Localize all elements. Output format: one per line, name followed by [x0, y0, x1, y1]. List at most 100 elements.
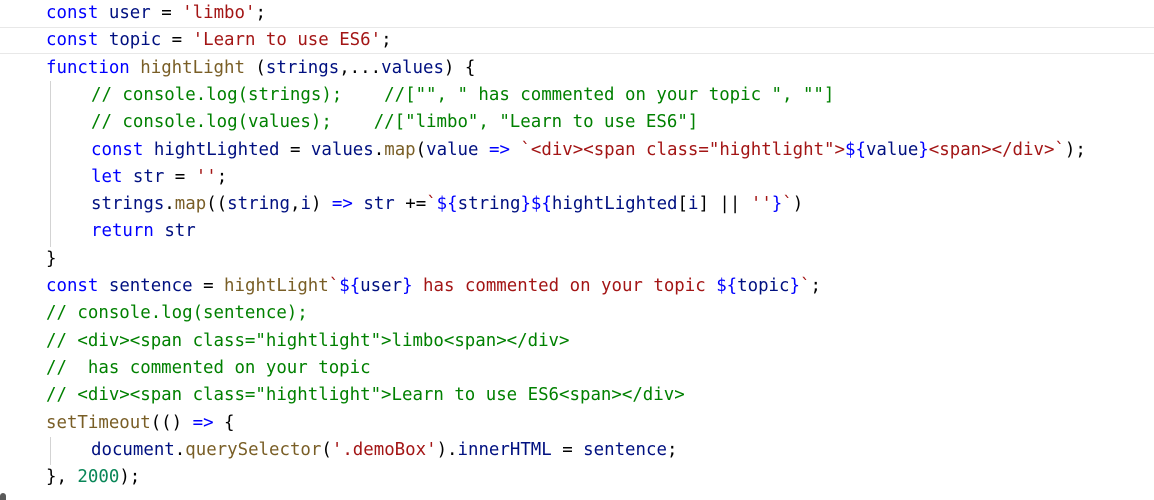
- code-token: }: [771, 194, 783, 215]
- code-text: // <div><span class="hightlight">Learn t…: [46, 382, 685, 409]
- gutter-marker-icon: [0, 493, 6, 500]
- code-token: `: [799, 276, 811, 296]
- code-token: hightLight: [140, 57, 245, 78]
- code-token: ;: [381, 30, 392, 51]
- code-line[interactable]: // console.log(values); //["limbo", "Lea…: [0, 109, 1154, 136]
- code-line[interactable]: const hightLighted = values.map(value =>…: [0, 137, 1154, 164]
- code-token: .: [164, 194, 175, 215]
- code-text: // <div><span class="hightlight">limbo<s…: [46, 328, 570, 355]
- code-line[interactable]: // <div><span class="hightlight">Learn t…: [0, 382, 1154, 409]
- code-text: setTimeout(() => {: [46, 410, 235, 437]
- code-text: const sentence = hightLight`${user} has …: [46, 273, 821, 300]
- code-text: const topic = 'Learn to use ES6';: [46, 28, 392, 53]
- code-line[interactable]: const user = 'limbo';: [0, 0, 1154, 27]
- code-token: <span></div>`: [928, 139, 1065, 160]
- code-line[interactable]: function hightLight (strings,...values) …: [0, 55, 1154, 82]
- code-token: i: [300, 194, 311, 215]
- code-token: ${: [436, 194, 458, 215]
- code-text: // console.log(sentence);: [46, 300, 308, 327]
- code-token: =: [551, 439, 584, 460]
- code-token: ;: [255, 3, 266, 23]
- code-token: // console.log(strings); //["", " has co…: [91, 84, 835, 105]
- code-line[interactable]: // <div><span class="hightlight">limbo<s…: [0, 328, 1154, 355]
- code-token: ,: [289, 194, 301, 215]
- code-token: ).: [436, 439, 458, 460]
- code-token: 'Learn to use ES6': [192, 30, 382, 51]
- code-line[interactable]: // console.log(strings); //["", " has co…: [0, 82, 1154, 109]
- code-token: let: [91, 166, 123, 187]
- code-token: }: [402, 276, 413, 296]
- code-token: topic: [108, 30, 162, 51]
- code-editor[interactable]: const user = 'limbo'; const topic = 'Lear…: [0, 0, 1154, 500]
- code-token: value: [426, 139, 479, 160]
- code-line[interactable]: const topic = 'Learn to use ES6';: [0, 27, 1154, 55]
- code-token: .: [373, 139, 385, 160]
- code-token: ): [792, 194, 804, 215]
- code-token: const: [46, 30, 99, 51]
- code-token: hightLighted: [153, 139, 280, 160]
- code-line[interactable]: // console.log(sentence);: [0, 300, 1154, 327]
- code-text: const user = 'limbo';: [46, 0, 266, 27]
- code-token: i: [688, 194, 699, 215]
- code-token: ) {: [443, 57, 476, 78]
- code-token: strings: [91, 194, 165, 215]
- code-text: // has commented on your topic: [46, 355, 371, 382]
- code-token: =: [164, 166, 196, 187]
- code-token: string: [457, 194, 521, 215]
- code-token: ((: [206, 194, 228, 215]
- code-token: '.demoBox': [331, 439, 437, 460]
- code-token: const: [91, 139, 144, 160]
- code-line[interactable]: }: [0, 246, 1154, 273]
- code-token: values: [381, 57, 444, 78]
- code-token: }: [46, 248, 57, 269]
- code-line[interactable]: }, 2000);: [0, 464, 1154, 491]
- code-token: }: [789, 276, 800, 296]
- code-token: (: [321, 439, 332, 460]
- code-token: ,...: [339, 57, 382, 78]
- code-token: `: [782, 194, 793, 215]
- code-token: =: [150, 3, 183, 23]
- code-token: },: [46, 467, 78, 488]
- code-line[interactable]: let str = '';: [0, 164, 1154, 191]
- code-token: user: [108, 3, 151, 23]
- code-line[interactable]: strings.map((string,i) => str +=`${strin…: [0, 191, 1154, 218]
- code-line[interactable]: return str: [0, 218, 1154, 245]
- code-token: const: [46, 276, 99, 296]
- code-token: );: [119, 467, 141, 488]
- code-text: let str = '';: [91, 164, 227, 191]
- code-token: strings: [265, 57, 340, 78]
- code-token: =: [279, 139, 311, 160]
- code-token: const: [46, 3, 99, 23]
- code-line[interactable]: setTimeout(() => {: [0, 410, 1154, 437]
- code-token: innerHTML: [457, 439, 552, 460]
- code-line[interactable]: document.querySelector('.demoBox').inner…: [0, 437, 1154, 464]
- code-token: // has commented on your topic: [46, 357, 371, 378]
- code-token: sentence: [108, 276, 193, 296]
- code-token: }${: [520, 194, 552, 215]
- code-token: `<div><span class="hightlight">: [520, 139, 845, 160]
- code-token: 'limbo': [182, 3, 256, 23]
- code-token: map: [174, 194, 207, 215]
- code-token: ;: [666, 439, 678, 460]
- code-token: 2000: [77, 467, 120, 488]
- code-token: setTimeout: [46, 412, 151, 433]
- code-token: user: [360, 276, 403, 296]
- code-token: (: [415, 139, 427, 160]
- code-text: document.querySelector('.demoBox').inner…: [91, 437, 677, 464]
- code-token: =>: [192, 412, 214, 433]
- code-token: value: [865, 139, 919, 160]
- code-text: strings.map((string,i) => str +=`${strin…: [91, 191, 803, 218]
- code-line[interactable]: // has commented on your topic: [0, 355, 1154, 382]
- code-token: ] ||: [698, 194, 751, 215]
- code-line[interactable]: const sentence = hightLight`${user} has …: [0, 273, 1154, 300]
- code-text: // console.log(strings); //["", " has co…: [91, 82, 834, 109]
- code-text: }, 2000);: [46, 464, 140, 491]
- code-text: const hightLighted = values.map(value =>…: [91, 137, 1086, 164]
- code-token: ${: [716, 276, 738, 296]
